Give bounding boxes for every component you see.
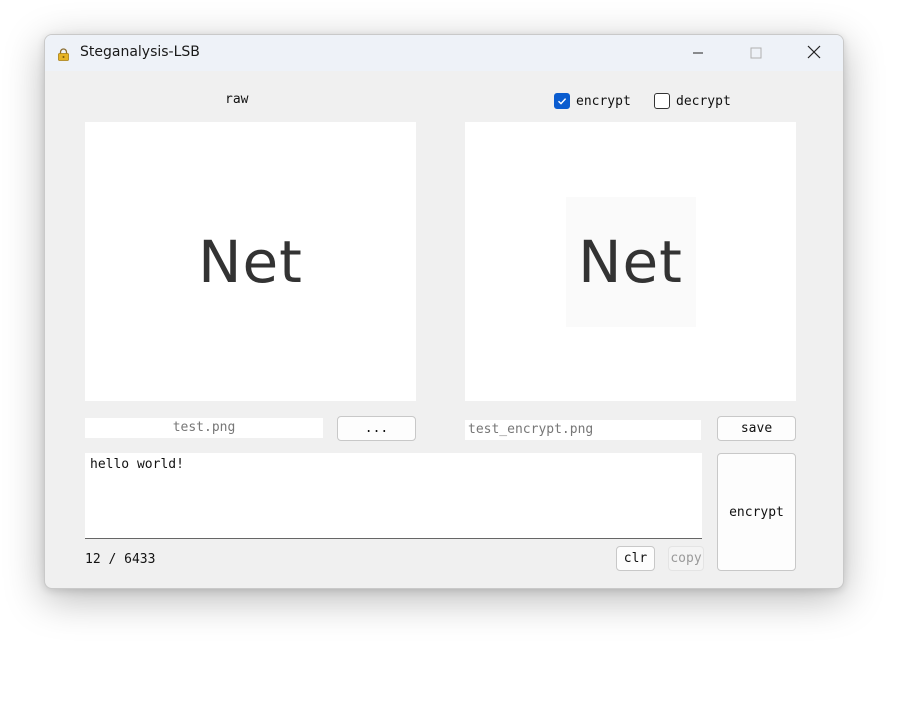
decrypt-checkbox-label: decrypt bbox=[676, 93, 731, 109]
raw-label: raw bbox=[225, 92, 249, 107]
raw-image-text: Net bbox=[198, 227, 303, 296]
encrypt-checkbox-label: encrypt bbox=[576, 93, 631, 109]
minimize-icon bbox=[692, 44, 704, 63]
close-icon bbox=[807, 44, 821, 63]
maximize-button[interactable] bbox=[733, 35, 779, 71]
close-button[interactable] bbox=[791, 35, 837, 71]
maximize-icon bbox=[750, 44, 762, 63]
encrypt-button[interactable]: encrypt bbox=[717, 453, 796, 571]
minimize-button[interactable] bbox=[675, 35, 721, 71]
encrypted-file-name-field[interactable]: test_encrypt.png bbox=[465, 420, 701, 440]
encrypt-checkbox[interactable]: encrypt bbox=[554, 93, 631, 109]
clear-button[interactable]: clr bbox=[616, 546, 655, 571]
encrypted-image: Net bbox=[565, 196, 696, 327]
save-button[interactable]: save bbox=[717, 416, 796, 441]
raw-image-preview: Net bbox=[85, 122, 416, 401]
checkbox-checked-icon bbox=[554, 93, 570, 109]
encrypted-image-preview: Net bbox=[465, 122, 796, 401]
main-window: Steganalysis-LSB raw encrypt decrypt Net… bbox=[44, 34, 844, 589]
title-bar[interactable]: Steganalysis-LSB bbox=[45, 35, 843, 71]
decrypt-checkbox[interactable]: decrypt bbox=[654, 93, 731, 109]
copy-button[interactable]: copy bbox=[668, 546, 704, 571]
window-title: Steganalysis-LSB bbox=[80, 44, 200, 60]
character-counter: 12 / 6433 bbox=[85, 552, 156, 567]
checkbox-unchecked-icon bbox=[654, 93, 670, 109]
browse-button[interactable]: ... bbox=[337, 416, 416, 441]
lock-icon bbox=[57, 46, 70, 61]
message-input[interactable]: hello world! bbox=[85, 453, 702, 539]
encrypted-image-text: Net bbox=[578, 227, 683, 296]
raw-file-name-field[interactable]: test.png bbox=[85, 418, 323, 438]
